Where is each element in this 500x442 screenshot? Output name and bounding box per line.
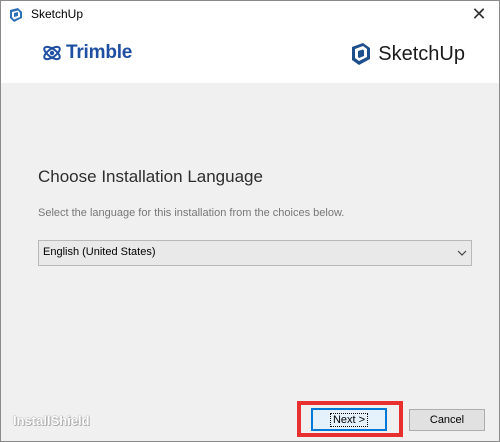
installer-window: SketchUp ✕ Trimble SketchUp Choose Insta…	[0, 0, 500, 442]
sketchup-logo: SketchUp	[350, 39, 465, 69]
instruction-text: Select the language for this installatio…	[38, 207, 345, 219]
cancel-button[interactable]: Cancel	[409, 409, 485, 431]
language-select[interactable]: English (United States)	[38, 240, 472, 266]
next-button-label: Next >	[329, 412, 369, 427]
window-title: SketchUp	[31, 7, 84, 21]
trimble-logo: Trimble	[41, 39, 132, 67]
trimble-wordmark: Trimble	[66, 42, 133, 63]
language-select-value: English (United States)	[43, 246, 156, 258]
content-area: Choose Installation Language Select the …	[1, 83, 499, 441]
trimble-globe-icon	[43, 45, 61, 61]
title-bar[interactable]: SketchUp ✕	[1, 1, 499, 29]
sketchup-wordmark: SketchUp	[378, 42, 465, 65]
close-button[interactable]: ✕	[467, 3, 491, 27]
next-button[interactable]: Next >	[311, 408, 387, 431]
sketchup-logo-icon	[352, 43, 371, 65]
brand-header: Trimble SketchUp	[1, 29, 499, 83]
page-title: Choose Installation Language	[38, 167, 263, 186]
sketchup-app-icon	[10, 8, 22, 22]
installshield-logo: InstallShield	[13, 413, 90, 428]
close-icon: ✕	[471, 4, 487, 25]
chevron-down-icon	[457, 250, 467, 256]
